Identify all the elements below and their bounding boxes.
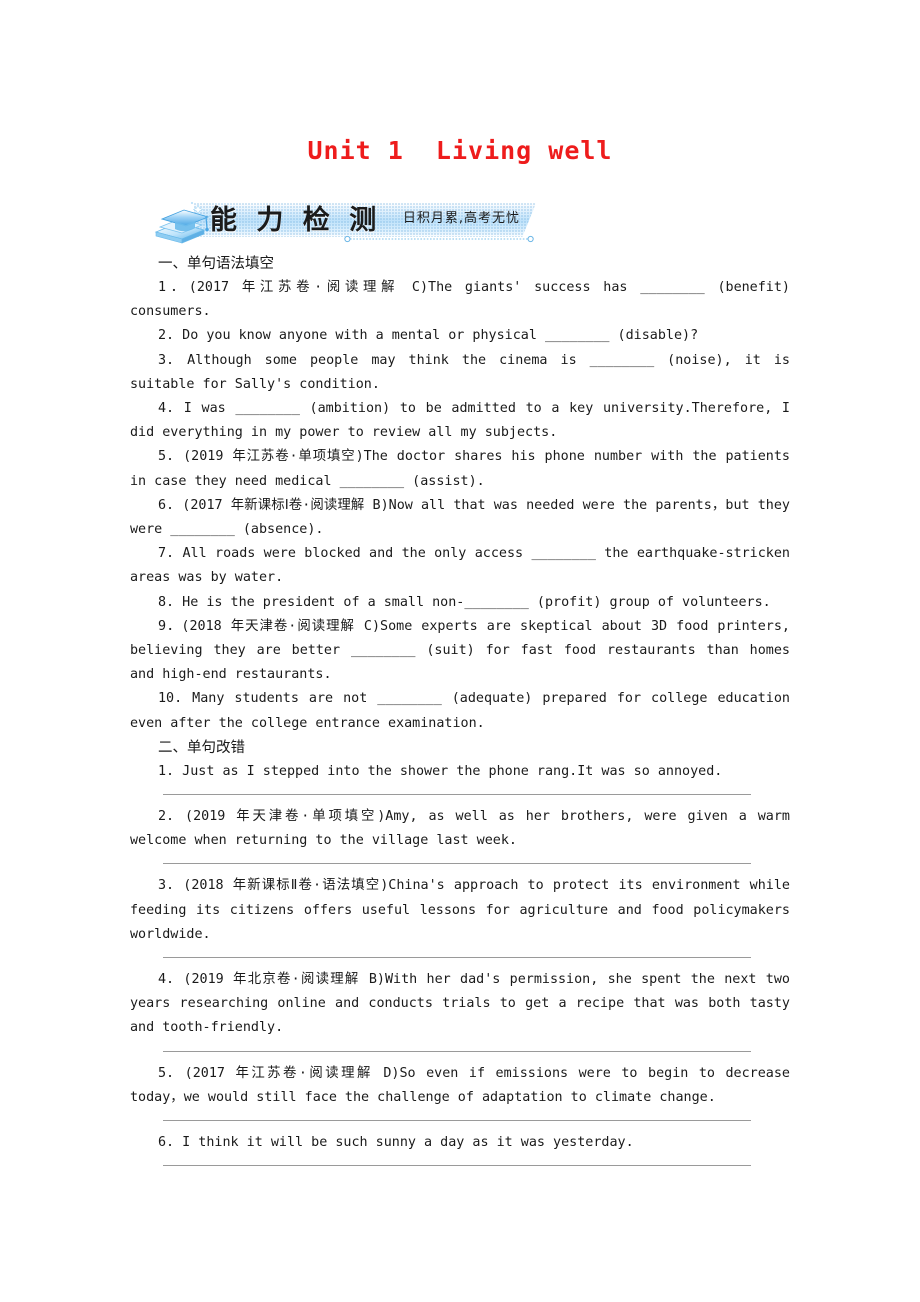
question-item: 5. (2017 年江苏卷·阅读理解 D)So even if emission… (130, 1065, 790, 1105)
answer-line[interactable] (163, 957, 751, 959)
section-banner: 能 力 检 测 日积月累,高考无忧 (148, 199, 536, 245)
answer-line[interactable] (163, 1050, 751, 1052)
question-item: 1. Just as I stepped into the shower the… (158, 763, 723, 779)
exercise-content: 一、单句语法填空 1．(2017 年江苏卷·阅读理解 C)The giants'… (130, 252, 790, 1176)
question-item: 3. (2018 年新课标Ⅱ卷·语法填空)China's approach to… (130, 878, 790, 942)
question-item: 4. (2019 年北京卷·阅读理解 B)With her dad's perm… (130, 972, 790, 1036)
banner-bead-divider (344, 235, 534, 243)
section-heading-2: 二、单句改错 (158, 739, 245, 756)
question-item: 1．(2017 年江苏卷·阅读理解 C)The giants' success … (130, 280, 790, 320)
question-item: 6. I think it will be such sunny a day a… (158, 1135, 634, 1151)
question-item: 8. He is the president of a small non-__… (158, 594, 771, 610)
section-heading-1: 一、单句语法填空 (158, 256, 274, 272)
answer-line[interactable] (163, 794, 751, 796)
question-item: 10. Many students are not ________ (adeq… (130, 691, 790, 731)
answer-line[interactable] (163, 863, 751, 865)
question-item: 9．(2018 年天津卷·阅读理解 C)Some experts are ske… (130, 618, 790, 683)
page-title: Unit 1 Living well (307, 136, 613, 165)
question-item: 5. (2019 年江苏卷·单项填空)The doctor shares his… (130, 449, 790, 489)
document-page: Unit 1 Living well 能 力 检 测 日积月累,高考无忧 一、单… (0, 0, 920, 1302)
question-item: 6. (2017 年新课标Ⅰ卷·阅读理解 B)Now all that was … (130, 497, 790, 538)
answer-line[interactable] (163, 1120, 751, 1122)
question-item: 2. Do you know anyone with a mental or p… (158, 328, 699, 344)
question-item: 3. Although some people may think the ci… (130, 352, 790, 392)
question-item: 2. (2019 年天津卷·单项填空)Amy, as well as her b… (130, 809, 790, 849)
question-item: 7. All roads were blocked and the only a… (130, 546, 790, 586)
question-item: 4. I was ________ (ambition) to be admit… (130, 401, 790, 441)
banner-slogan: 日积月累,高考无忧 (402, 211, 520, 226)
answer-line[interactable] (163, 1165, 751, 1167)
